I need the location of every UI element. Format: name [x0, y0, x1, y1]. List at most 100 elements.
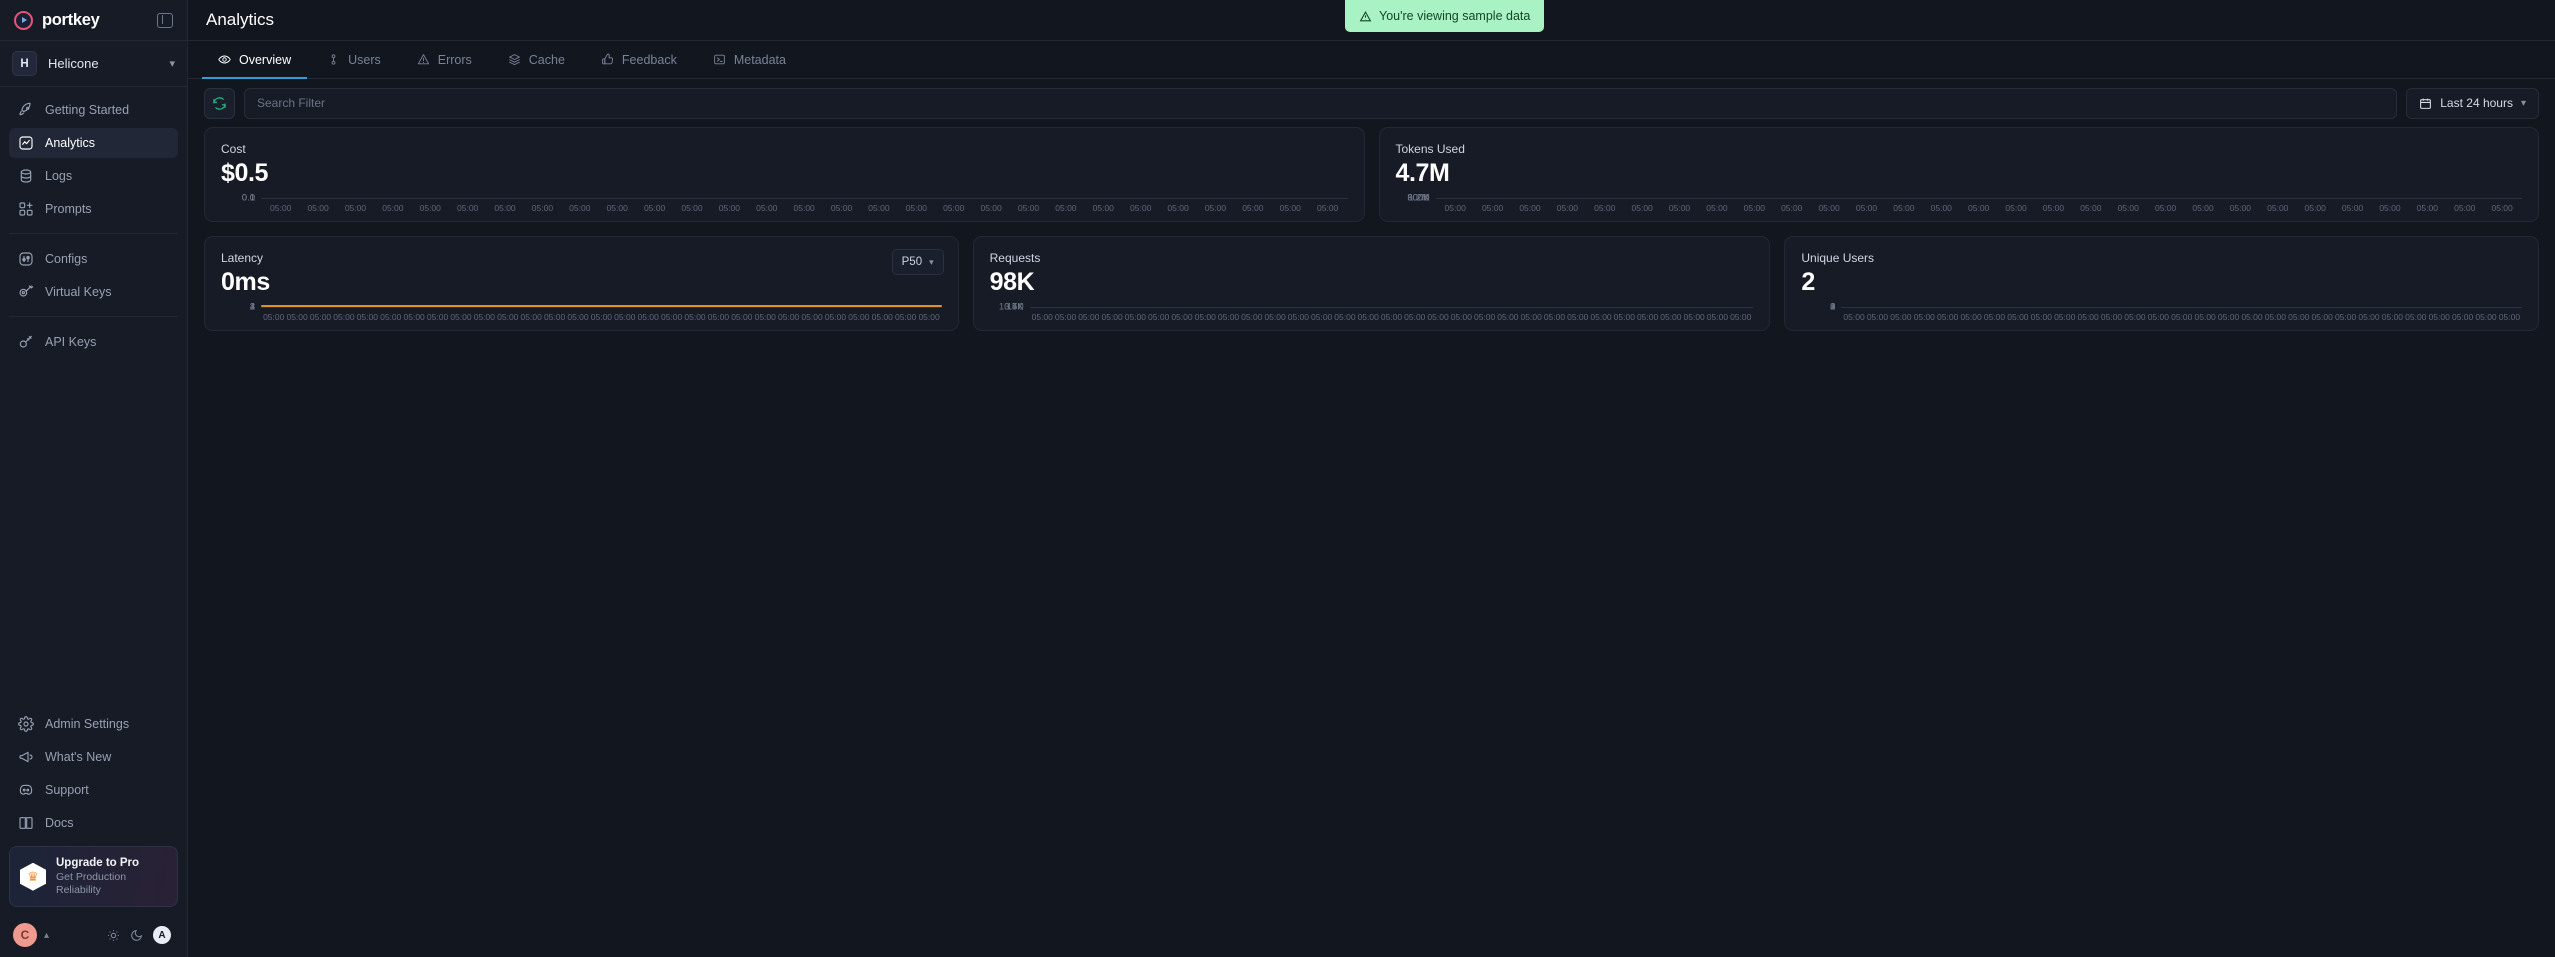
sidebar-item-docs[interactable]: Docs	[9, 808, 178, 838]
date-range-button[interactable]: Last 24 hours ▾	[2406, 88, 2539, 119]
x-tick-label: 05:00	[544, 312, 565, 322]
x-tick-label: 05:00	[427, 312, 448, 322]
x-tick-label: 05:00	[661, 312, 682, 322]
moon-icon[interactable]	[130, 929, 143, 942]
x-tick-label: 05:00	[2372, 203, 2407, 213]
warning-icon	[1359, 10, 1372, 23]
x-tick-label: 05:00	[2265, 312, 2286, 322]
x-tick-label: 05:00	[1381, 312, 1402, 322]
x-tick-label: 05:00	[1960, 312, 1981, 322]
sidebar-item-admin-settings[interactable]: Admin Settings	[9, 709, 178, 739]
sidebar-item-label: Support	[45, 783, 89, 797]
x-tick-label: 05:00	[1310, 203, 1345, 213]
sidebar-item-prompts[interactable]: Prompts	[9, 194, 178, 224]
database-icon	[18, 168, 34, 184]
tab-overview[interactable]: Overview	[202, 41, 307, 78]
org-badge: H	[12, 51, 37, 76]
card-requests: Requests 98K 14K10.5K7K3.5K0 05:0005:000…	[973, 236, 1771, 331]
x-tick-label: 05:00	[2452, 312, 2473, 322]
tab-metadata[interactable]: Metadata	[697, 41, 802, 78]
auto-theme-icon[interactable]: A	[153, 926, 171, 944]
x-tick-label: 05:00	[2382, 312, 2403, 322]
prompts-icon	[18, 201, 34, 217]
chevron-up-icon[interactable]: ▴	[44, 930, 49, 941]
x-tick-label: 05:00	[2073, 203, 2108, 213]
avatar[interactable]: C	[13, 923, 37, 947]
search-input[interactable]	[244, 88, 2397, 119]
x-tick-label: 05:00	[872, 312, 893, 322]
x-tick-label: 05:00	[1998, 203, 2033, 213]
x-tick-label: 05:00	[1914, 312, 1935, 322]
promo-title: Upgrade to Pro	[56, 856, 167, 870]
x-tick-label: 05:00	[1937, 312, 1958, 322]
x-tick-label: 05:00	[638, 312, 659, 322]
x-tick-label: 05:00	[1086, 203, 1121, 213]
tab-feedback[interactable]: Feedback	[585, 41, 693, 78]
x-tick-label: 05:00	[1567, 312, 1588, 322]
sidebar-item-label: Admin Settings	[45, 717, 129, 731]
tab-cache[interactable]: Cache	[492, 41, 581, 78]
x-tick-label: 05:00	[731, 312, 752, 322]
x-tick-label: 05:00	[2335, 203, 2370, 213]
x-tick-label: 05:00	[895, 312, 916, 322]
sidebar-group-2: API Keys	[9, 316, 178, 357]
api-key-icon	[18, 334, 34, 350]
x-tick-label: 05:00	[338, 203, 373, 213]
x-tick-label: 05:00	[2185, 203, 2220, 213]
refresh-button[interactable]	[204, 88, 235, 119]
x-tick-label: 05:00	[918, 312, 939, 322]
tab-errors[interactable]: Errors	[401, 41, 488, 78]
x-tick-label: 05:00	[450, 203, 485, 213]
x-tick-label: 05:00	[2148, 203, 2183, 213]
tab-label: Users	[348, 53, 381, 67]
sidebar-item-getting-started[interactable]: Getting Started	[9, 95, 178, 125]
x-tick-label: 05:00	[497, 312, 518, 322]
sidebar-item-what-s-new[interactable]: What's New	[9, 742, 178, 772]
gridline	[1841, 307, 2522, 308]
x-tick-label: 05:00	[899, 203, 934, 213]
sidebar-item-analytics[interactable]: Analytics	[9, 128, 178, 158]
x-tick-label: 05:00	[2171, 312, 2192, 322]
sidebar-item-api-keys[interactable]: API Keys	[9, 327, 178, 357]
latency-percentile-select[interactable]: P50 ▾	[892, 249, 944, 275]
configs-icon	[18, 251, 34, 267]
gridline	[261, 198, 1348, 199]
x-tick-label: 05:00	[1055, 312, 1076, 322]
sidebar-item-virtual-keys[interactable]: Virtual Keys	[9, 277, 178, 307]
x-tick-label: 05:00	[936, 203, 971, 213]
x-tick-label: 05:00	[2077, 312, 2098, 322]
tab-label: Feedback	[622, 53, 677, 67]
sidebar-item-logs[interactable]: Logs	[9, 161, 178, 191]
x-tick-label: 05:00	[614, 312, 635, 322]
x-tick-label: 05:00	[2484, 203, 2519, 213]
x-tick-label: 05:00	[824, 203, 859, 213]
org-switcher[interactable]: H Helicone ▾	[0, 41, 187, 87]
sidebar-item-support[interactable]: Support	[9, 775, 178, 805]
x-tick-label: 05:00	[848, 312, 869, 322]
x-tick-label: 05:00	[1148, 312, 1169, 322]
x-tick-label: 05:00	[525, 203, 560, 213]
panel-toggle-icon[interactable]	[157, 13, 173, 28]
tab-users[interactable]: Users	[311, 41, 397, 78]
x-tick-label: 05:00	[684, 312, 705, 322]
x-tick-label: 05:00	[1890, 312, 1911, 322]
discord-icon	[18, 782, 34, 798]
x-tick-label: 05:00	[1011, 203, 1046, 213]
x-tick-label: 05:00	[263, 312, 284, 322]
x-tick-label: 05:00	[1198, 203, 1233, 213]
upgrade-to-pro-card[interactable]: ♛ Upgrade to Pro Get Production Reliabil…	[9, 846, 178, 907]
x-tick-label: 05:00	[1241, 312, 1262, 322]
tab-label: Cache	[529, 53, 565, 67]
latency-line	[261, 305, 942, 307]
x-tick-label: 05:00	[749, 203, 784, 213]
megaphone-icon	[18, 749, 34, 765]
x-tick-label: 05:00	[1684, 312, 1705, 322]
x-tick-label: 05:00	[1587, 203, 1622, 213]
brand-name: portkey	[42, 11, 100, 30]
sun-icon[interactable]	[107, 929, 120, 942]
x-tick-label: 05:00	[487, 203, 522, 213]
app-root: portkey H Helicone ▾ Getting StartedAnal…	[0, 0, 2555, 957]
sidebar-item-configs[interactable]: Configs	[9, 244, 178, 274]
x-tick-label: 05:00	[2358, 312, 2379, 322]
x-tick-label: 05:00	[708, 312, 729, 322]
